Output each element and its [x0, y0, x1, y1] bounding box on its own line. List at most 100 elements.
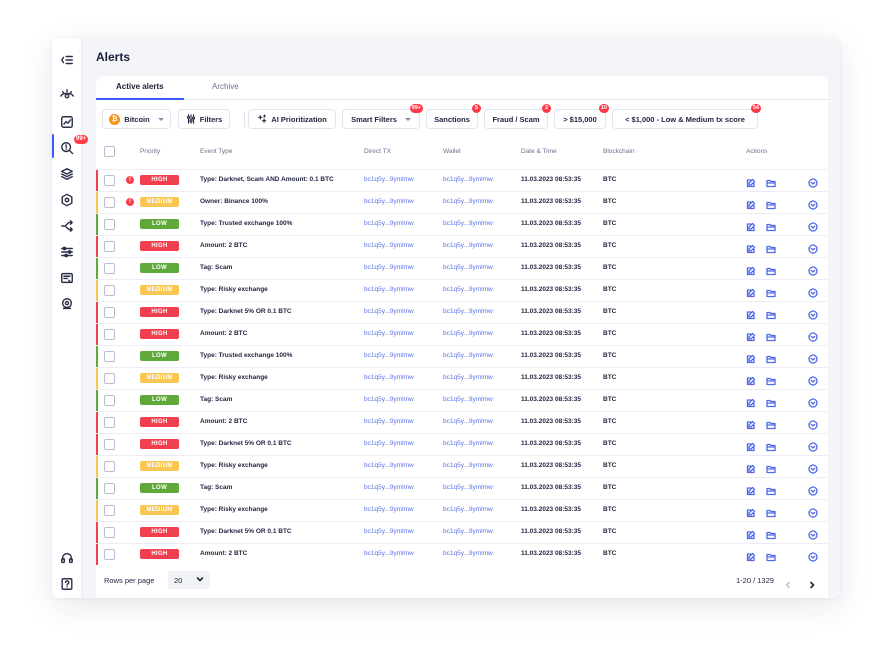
edit-icon[interactable]	[746, 175, 756, 188]
expand-row-icon[interactable]	[808, 373, 818, 386]
edit-icon[interactable]	[746, 241, 756, 254]
wallet-link[interactable]: bc1q5y...9ymlmw	[443, 374, 493, 381]
expand-row-icon[interactable]	[808, 263, 818, 276]
direct-tx-link[interactable]: bc1q5y...9ymlmw	[364, 484, 414, 491]
ai-prioritization-button[interactable]: AI Prioritization	[248, 109, 336, 129]
edit-icon[interactable]	[746, 549, 756, 562]
under-1000-filter[interactable]: < $1,000 - Low & Medium tx score 54	[612, 104, 761, 129]
table-row[interactable]: HIGH Amount: 2 BTC bc1q5y...9ymlmw bc1q5y..…	[96, 411, 828, 433]
edit-icon[interactable]	[746, 307, 756, 320]
folder-icon[interactable]	[766, 395, 776, 408]
settings-cloud-icon[interactable]	[59, 296, 75, 312]
expand-row-icon[interactable]	[808, 175, 818, 188]
expand-row-icon[interactable]	[808, 483, 818, 496]
network-select[interactable]: ₿ Bitcoin	[102, 109, 171, 129]
table-row[interactable]: HIGH Amount: 2 BTC bc1q5y...9ymlmw bc1q5y..…	[96, 235, 828, 257]
expand-row-icon[interactable]	[808, 197, 818, 210]
gear-shield-icon[interactable]	[59, 192, 75, 208]
folder-icon[interactable]	[766, 307, 776, 320]
fraud-scam-filter[interactable]: Fraud / Scam 2	[484, 104, 551, 129]
edit-icon[interactable]	[746, 417, 756, 430]
folder-icon[interactable]	[766, 439, 776, 452]
row-checkbox[interactable]	[104, 263, 115, 274]
sliders-icon[interactable]	[59, 244, 75, 260]
row-checkbox[interactable]	[104, 197, 115, 208]
collapse-menu-icon[interactable]	[59, 52, 75, 68]
row-checkbox[interactable]	[104, 417, 115, 428]
folder-icon[interactable]	[766, 351, 776, 364]
wallet-link[interactable]: bc1q5y...9ymlmw	[443, 506, 493, 513]
row-checkbox[interactable]	[104, 175, 115, 186]
next-page-icon[interactable]	[808, 576, 816, 589]
row-checkbox[interactable]	[104, 241, 115, 252]
table-row[interactable]: LOW Type: Trusted exchange 100% bc1q5y...9…	[96, 213, 828, 235]
wallet-link[interactable]: bc1q5y...9ymlmw	[443, 550, 493, 557]
expand-row-icon[interactable]	[808, 417, 818, 430]
folder-icon[interactable]	[766, 527, 776, 540]
wallet-link[interactable]: bc1q5y...9ymlmw	[443, 198, 493, 205]
folder-icon[interactable]	[766, 263, 776, 276]
table-row[interactable]: LOW Tag: Scam bc1q5y...9ymlmw bc1q5y...9yml…	[96, 257, 828, 279]
row-checkbox[interactable]	[104, 505, 115, 516]
edit-icon[interactable]	[746, 505, 756, 518]
expand-row-icon[interactable]	[808, 241, 818, 254]
expand-row-icon[interactable]	[808, 219, 818, 232]
row-checkbox[interactable]	[104, 395, 115, 406]
direct-tx-link[interactable]: bc1q5y...9ymlmw	[364, 176, 414, 183]
edit-icon[interactable]	[746, 439, 756, 452]
table-row[interactable]: LOW Tag: Scam bc1q5y...9ymlmw bc1q5y...9yml…	[96, 389, 828, 411]
folder-icon[interactable]	[766, 483, 776, 496]
edit-icon[interactable]	[746, 461, 756, 474]
table-row[interactable]: HIGH Type: Darknet 5% OR 0.1 BTC bc1q5y...…	[96, 521, 828, 543]
table-row[interactable]: MEDIUM Type: Risky exchange bc1q5y...9ymlm…	[96, 499, 828, 521]
expand-row-icon[interactable]	[808, 395, 818, 408]
table-row[interactable]: LOW Tag: Scam bc1q5y...9ymlmw bc1q5y...9yml…	[96, 477, 828, 499]
row-checkbox[interactable]	[104, 351, 115, 362]
column-event-type[interactable]: Event Type	[200, 148, 232, 155]
folder-icon[interactable]	[766, 285, 776, 298]
table-row[interactable]: HIGH Type: Darknet 5% OR 0.1 BTC bc1q5y...…	[96, 301, 828, 323]
folder-icon[interactable]	[766, 175, 776, 188]
tab-archive[interactable]: Archive	[212, 82, 239, 91]
column-wallet[interactable]: Wallet	[443, 148, 461, 155]
direct-tx-link[interactable]: bc1q5y...9ymlmw	[364, 528, 414, 535]
rows-per-page-select[interactable]: 20	[168, 571, 210, 589]
expand-row-icon[interactable]	[808, 549, 818, 562]
folder-icon[interactable]	[766, 219, 776, 232]
edit-icon[interactable]	[746, 483, 756, 496]
direct-tx-link[interactable]: bc1q5y...9ymlmw	[364, 506, 414, 513]
row-checkbox[interactable]	[104, 285, 115, 296]
folder-icon[interactable]	[766, 549, 776, 562]
wallet-link[interactable]: bc1q5y...9ymlmw	[443, 242, 493, 249]
row-checkbox[interactable]	[104, 527, 115, 538]
direct-tx-link[interactable]: bc1q5y...9ymlmw	[364, 352, 414, 359]
table-row[interactable]: MEDIUM Type: Risky exchange bc1q5y...9ymlm…	[96, 279, 828, 301]
column-priority[interactable]: Priority	[140, 148, 160, 155]
wallet-link[interactable]: bc1q5y...9ymlmw	[443, 286, 493, 293]
table-row[interactable]: ! HIGH Type: Darknet, Scam AND Amount: 0.1…	[96, 169, 828, 191]
wallet-link[interactable]: bc1q5y...9ymlmw	[443, 176, 493, 183]
direct-tx-link[interactable]: bc1q5y...9ymlmw	[364, 220, 414, 227]
expand-row-icon[interactable]	[808, 307, 818, 320]
direct-tx-link[interactable]: bc1q5y...9ymlmw	[364, 462, 414, 469]
edit-icon[interactable]	[746, 373, 756, 386]
row-checkbox[interactable]	[104, 373, 115, 384]
column-blockchain[interactable]: Blockchain	[603, 148, 634, 155]
table-row[interactable]: MEDIUM Type: Risky exchange bc1q5y...9ymlm…	[96, 367, 828, 389]
expand-row-icon[interactable]	[808, 329, 818, 342]
edit-icon[interactable]	[746, 285, 756, 298]
table-row[interactable]: ! MEDIUM Owner: Binance 100% bc1q5y...9ymlm…	[96, 191, 828, 213]
over-15000-filter[interactable]: > $15,000 10	[554, 104, 609, 129]
row-checkbox[interactable]	[104, 329, 115, 340]
row-checkbox[interactable]	[104, 483, 115, 494]
wallet-link[interactable]: bc1q5y...9ymlmw	[443, 220, 493, 227]
wallet-link[interactable]: bc1q5y...9ymlmw	[443, 308, 493, 315]
direct-tx-link[interactable]: bc1q5y...9ymlmw	[364, 286, 414, 293]
tab-active-alerts[interactable]: Active alerts	[116, 82, 164, 91]
wallet-link[interactable]: bc1q5y...9ymlmw	[443, 396, 493, 403]
edit-icon[interactable]	[746, 219, 756, 232]
prev-page-icon[interactable]	[784, 576, 792, 589]
column-date-time[interactable]: Date & Time	[521, 148, 557, 155]
wallet-link[interactable]: bc1q5y...9ymlmw	[443, 352, 493, 359]
smart-filters-dropdown[interactable]: Smart Filters 99+	[342, 104, 423, 129]
